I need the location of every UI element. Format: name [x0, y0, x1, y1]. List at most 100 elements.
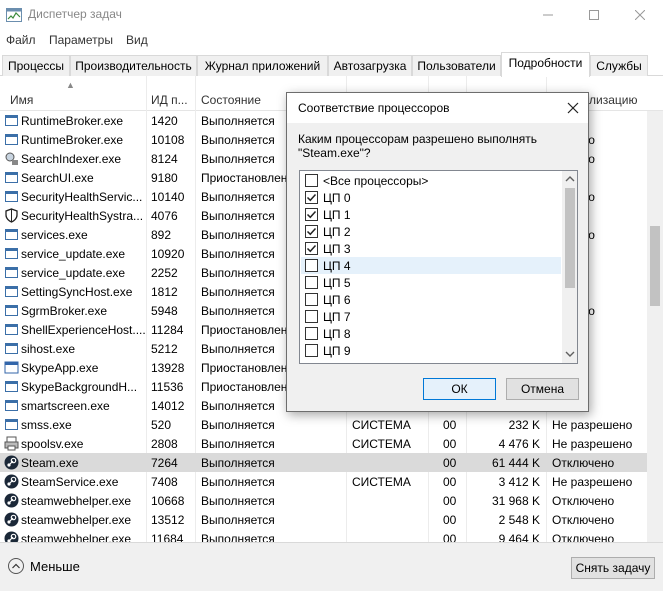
- cpu-item[interactable]: ЦП 2: [301, 223, 561, 240]
- table-row[interactable]: smss.exe 520 Выполняется СИСТЕМА 00 232 K Не р…: [0, 415, 663, 434]
- checkbox-checked[interactable]: [305, 225, 318, 238]
- cpu-item-label: ЦП 3: [323, 242, 351, 256]
- tab-services[interactable]: Службы: [590, 55, 648, 76]
- bottom-bar: Меньше Снять задачу: [0, 542, 663, 591]
- table-row[interactable]: spoolsv.exe 2808 Выполняется СИСТЕМА 00 4 476…: [0, 434, 663, 453]
- checkbox-unchecked[interactable]: [305, 276, 318, 289]
- process-virtualization: Отключено: [552, 456, 615, 470]
- window-icon: [5, 419, 18, 430]
- checkbox-checked[interactable]: [305, 208, 318, 221]
- process-cpu: 00: [443, 513, 457, 527]
- process-name: SkypeApp.exe: [21, 361, 99, 375]
- minimize-button[interactable]: [525, 0, 571, 30]
- cpu-item-label: ЦП 2: [323, 225, 351, 239]
- cpu-item[interactable]: ЦП 1: [301, 206, 561, 223]
- tab-app-history[interactable]: Журнал приложений: [197, 55, 328, 76]
- cpu-item-label: ЦП 9: [323, 344, 351, 358]
- scroll-up-icon[interactable]: [565, 174, 575, 184]
- tab-details[interactable]: Подробности: [501, 52, 590, 77]
- process-name: spoolsv.exe: [21, 437, 84, 451]
- process-user: СИСТЕМА: [352, 475, 411, 489]
- process-pid: 10920: [151, 247, 185, 261]
- all-processors-item[interactable]: <Все процессоры>: [301, 172, 561, 189]
- window-icon: [5, 115, 18, 126]
- maximize-button[interactable]: [571, 0, 617, 30]
- end-task-button[interactable]: Снять задачу: [571, 557, 655, 579]
- close-icon: [567, 102, 579, 114]
- menu-file[interactable]: Файл: [6, 33, 36, 47]
- checkbox-unchecked[interactable]: [305, 293, 318, 306]
- process-name: services.exe: [21, 228, 88, 242]
- fewer-details-button[interactable]: Меньше: [8, 558, 80, 574]
- processor-list: <Все процессоры> ЦП 0 ЦП 1 ЦП 2 ЦП 3 ЦП 4 ЦП 5…: [299, 170, 578, 364]
- chevron-up-icon: [8, 558, 24, 574]
- column-status[interactable]: Состояние: [201, 93, 261, 107]
- checkmark-icon: [306, 227, 317, 236]
- table-row[interactable]: steamwebhelper.exe 10668 Выполняется 00 31 9…: [0, 491, 663, 510]
- checkbox-checked[interactable]: [305, 191, 318, 204]
- cpu-item[interactable]: ЦП 7: [301, 308, 561, 325]
- dialog-close-button[interactable]: [563, 98, 583, 118]
- process-user: СИСТЕМА: [352, 437, 411, 451]
- window-icon: [5, 267, 18, 278]
- cpu-item[interactable]: ЦП 4: [301, 257, 561, 274]
- minimize-icon: [543, 14, 553, 16]
- process-name: SecurityHealthServic...: [21, 190, 143, 204]
- tab-performance[interactable]: Производительность: [70, 55, 197, 76]
- cpu-item[interactable]: ЦП 0: [301, 189, 561, 206]
- table-row[interactable]: Steam.exe 7264 Выполняется 00 61 444 K Отключ…: [0, 453, 663, 472]
- cpu-item[interactable]: ЦП 6: [301, 291, 561, 308]
- process-pid: 8124: [151, 152, 178, 166]
- tab-users[interactable]: Пользователи: [412, 55, 501, 76]
- list-scrollbar[interactable]: [562, 171, 577, 363]
- process-pid: 4076: [151, 209, 178, 223]
- process-name: service_update.exe: [21, 266, 126, 280]
- checkbox-checked[interactable]: [305, 242, 318, 255]
- process-memory: 4 476 K: [498, 437, 540, 451]
- table-row[interactable]: steamwebhelper.exe 13512 Выполняется 00 2 54…: [0, 510, 663, 529]
- dialog-prompt: Каким процессорам разрешено выполнять "S…: [298, 132, 537, 160]
- close-button[interactable]: [617, 0, 663, 30]
- checkbox-unchecked[interactable]: [305, 327, 318, 340]
- task-manager-icon: [6, 8, 22, 22]
- process-name: steamwebhelper.exe: [21, 494, 132, 508]
- process-pid: 11684: [151, 532, 184, 542]
- scrollbar-thumb[interactable]: [650, 226, 660, 306]
- checkbox-unchecked[interactable]: [305, 259, 318, 272]
- process-pid: 10668: [151, 494, 185, 508]
- process-name: smss.exe: [21, 418, 72, 432]
- menu-view[interactable]: Вид: [126, 33, 148, 47]
- column-pid[interactable]: ИД п...: [151, 93, 188, 107]
- cpu-item-label: ЦП 1: [323, 208, 351, 222]
- scroll-down-icon[interactable]: [565, 349, 575, 359]
- list-scrollbar-thumb[interactable]: [565, 188, 575, 288]
- process-pid: 1420: [151, 114, 178, 128]
- cpu-item[interactable]: ЦП 9: [301, 342, 561, 359]
- table-row[interactable]: steamwebhelper.exe 11684 Выполняется 00 9 46…: [0, 529, 663, 542]
- table-row[interactable]: SteamService.exe 7408 Выполняется СИСТЕМА 00…: [0, 472, 663, 491]
- window-title: Диспетчер задач: [28, 7, 122, 21]
- column-name[interactable]: Имя: [10, 93, 33, 107]
- table-scrollbar[interactable]: [647, 111, 663, 542]
- tab-processes[interactable]: Процессы: [2, 55, 70, 76]
- process-name: service_update.exe: [21, 247, 126, 261]
- column-virtualization[interactable]: лизацию: [589, 93, 637, 107]
- window-icon: [5, 191, 18, 202]
- process-pid: 9180: [151, 171, 178, 185]
- cpu-item[interactable]: ЦП 5: [301, 274, 561, 291]
- process-name: SkypeBackgroundH...: [21, 380, 138, 394]
- cpu-item[interactable]: ЦП 3: [301, 240, 561, 257]
- tab-startup[interactable]: Автозагрузка: [328, 55, 412, 76]
- steam-icon: [4, 531, 19, 542]
- ok-button[interactable]: ОК: [423, 378, 496, 400]
- menu-options[interactable]: Параметры: [49, 33, 113, 47]
- cpu-item[interactable]: ЦП 8: [301, 325, 561, 342]
- cancel-button[interactable]: Отмена: [506, 378, 579, 400]
- checkbox-unchecked[interactable]: [305, 310, 318, 323]
- steam-icon: [4, 493, 19, 508]
- checkbox-unchecked[interactable]: [305, 344, 318, 357]
- checkbox-unchecked[interactable]: [305, 174, 318, 187]
- process-pid: 892: [151, 228, 172, 242]
- title-bar: Диспетчер задач: [0, 0, 663, 30]
- process-status: Выполняется: [201, 532, 275, 542]
